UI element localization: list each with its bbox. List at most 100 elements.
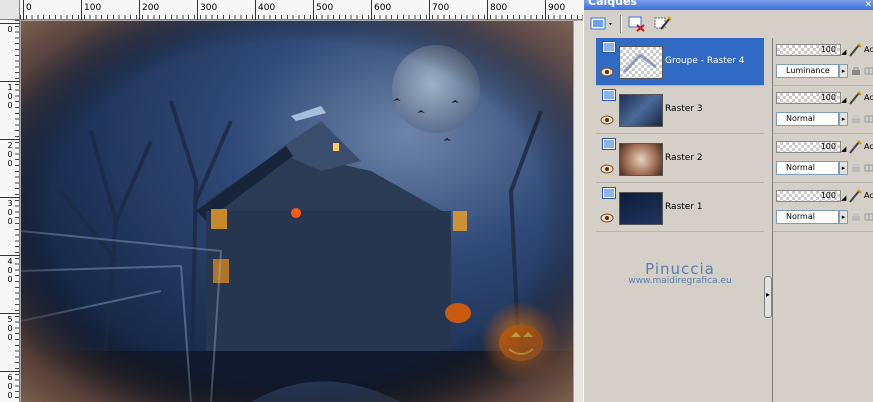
canvas-area: 0 100 200 300 400 500 600 700 800 900 0 …	[0, 0, 583, 402]
ac-label: Ac	[864, 93, 873, 102]
blend-mode-select[interactable]: Normal	[776, 210, 839, 224]
ac-label: Ac	[864, 142, 873, 151]
link-icon[interactable]	[864, 114, 873, 124]
layer-properties-row: 100 ◢ Ac Luminance ▸	[773, 38, 873, 86]
ruler-tick: 800	[487, 0, 507, 20]
ruler-tick: 300	[197, 0, 217, 20]
palette-splitter[interactable]: ▸	[764, 38, 773, 402]
chevron-right-icon[interactable]: ▸	[839, 161, 848, 175]
visibility-eye-icon[interactable]	[600, 213, 614, 223]
watermark-url: www.maidiregrafica.eu	[628, 276, 732, 286]
lock-icon[interactable]	[851, 163, 861, 173]
layers-toolbar	[584, 10, 873, 38]
new-layer-button[interactable]	[588, 13, 616, 35]
layer-properties-column: 100 ◢ Ac Luminance ▸ 100 ◢ Ac Normal ▸ 1…	[773, 38, 873, 402]
delete-layer-icon	[628, 16, 645, 32]
layers-palette: Calques ✕ Groupe - Raster 4 Raster 3 Ras…	[583, 0, 873, 402]
paint-brush-icon[interactable]	[847, 90, 863, 106]
ruler-tick: 0	[0, 23, 20, 34]
ac-label: Ac	[864, 45, 873, 54]
layer-properties-row: 100 ◢ Ac Normal ▸	[773, 184, 873, 232]
ruler-tick: 500	[313, 0, 333, 20]
layer-thumbnail	[619, 143, 663, 176]
splitter-handle[interactable]: ▸	[764, 276, 772, 318]
toolbar-separator	[620, 15, 622, 33]
layer-type-icon	[602, 138, 616, 150]
layer-type-icon	[602, 89, 616, 101]
ruler-tick: 700	[429, 0, 449, 20]
chevron-right-icon[interactable]: ▸	[839, 210, 848, 224]
ruler-tick: 400	[0, 255, 20, 284]
haunted-house-artwork	[21, 21, 573, 402]
opacity-slider[interactable]: 100	[776, 44, 841, 56]
layer-row[interactable]: Raster 3	[596, 86, 764, 134]
layer-name[interactable]: Raster 1	[665, 202, 703, 212]
vertical-ruler[interactable]: 0 100 200 300 400 500 600	[0, 20, 20, 402]
lock-icon[interactable]	[851, 66, 861, 76]
ruler-tick: 200	[139, 0, 159, 20]
lock-icon[interactable]	[851, 212, 861, 222]
close-icon[interactable]: ✕	[864, 0, 872, 10]
opacity-arrow-icon[interactable]: ◢	[841, 96, 846, 104]
layer-type-icon	[602, 187, 616, 199]
visibility-eye-icon[interactable]	[600, 67, 614, 77]
layer-thumbnail	[619, 192, 663, 225]
canvas-image[interactable]	[21, 21, 573, 402]
horizontal-ruler[interactable]: 0 100 200 300 400 500 600 700 800 900	[20, 0, 583, 20]
ruler-tick: 500	[0, 313, 20, 342]
blend-mode-select[interactable]: Luminance	[776, 64, 839, 78]
ruler-tick: 0	[23, 0, 32, 20]
chevron-right-icon[interactable]: ▸	[839, 64, 848, 78]
edit-layer-icon	[654, 16, 672, 30]
opacity-arrow-icon[interactable]: ◢	[841, 194, 846, 202]
chevron-right-icon: ▸	[766, 290, 771, 299]
link-icon[interactable]	[864, 163, 873, 173]
layer-name[interactable]: Raster 3	[665, 104, 703, 114]
layer-properties-row: 100 ◢ Ac Normal ▸	[773, 86, 873, 134]
ruler-tick: 100	[81, 0, 101, 20]
layer-row[interactable]: Groupe - Raster 4	[596, 38, 764, 86]
opacity-arrow-icon[interactable]: ◢	[841, 145, 846, 153]
ruler-tick: 600	[371, 0, 391, 20]
ac-label: Ac	[864, 191, 873, 200]
blend-mode-select[interactable]: Normal	[776, 112, 839, 126]
layer-type-icon	[602, 41, 616, 53]
ruler-tick: 400	[255, 0, 275, 20]
paint-brush-icon[interactable]	[847, 42, 863, 58]
ruler-tick: 900	[545, 0, 565, 20]
layer-properties-row: 100 ◢ Ac Normal ▸	[773, 135, 873, 183]
lock-icon[interactable]	[851, 114, 861, 124]
delete-layer-button[interactable]	[626, 13, 648, 35]
layer-thumbnail	[619, 46, 663, 79]
layers-title: Calques	[588, 0, 637, 8]
layer-name[interactable]: Raster 2	[665, 153, 703, 163]
opacity-slider[interactable]: 100	[776, 92, 841, 104]
opacity-slider[interactable]: 100	[776, 190, 841, 202]
layer-list: Groupe - Raster 4 Raster 3 Raster 2 Rast…	[596, 38, 765, 402]
layer-thumbnail	[619, 94, 663, 127]
layers-titlebar[interactable]: Calques ✕	[584, 0, 873, 10]
opacity-arrow-icon[interactable]: ◢	[841, 48, 846, 56]
paint-brush-icon[interactable]	[847, 139, 863, 155]
thumbnail-art	[622, 52, 657, 74]
visibility-eye-icon[interactable]	[600, 164, 614, 174]
link-icon[interactable]	[864, 212, 873, 222]
opacity-slider[interactable]: 100	[776, 141, 841, 153]
chevron-right-icon[interactable]: ▸	[839, 112, 848, 126]
ruler-tick: 600	[0, 371, 20, 400]
visibility-eye-icon[interactable]	[600, 115, 614, 125]
edit-layer-button[interactable]	[652, 13, 674, 35]
ruler-tick: 300	[0, 197, 20, 226]
layer-name[interactable]: Groupe - Raster 4	[665, 56, 745, 66]
ruler-tick: 100	[0, 81, 20, 110]
canvas-vertical-scrollbar[interactable]	[573, 21, 583, 402]
layer-row[interactable]: Raster 2	[596, 135, 764, 183]
paint-brush-icon[interactable]	[847, 188, 863, 204]
ruler-tick: 200	[0, 139, 20, 168]
layer-row[interactable]: Raster 1	[596, 184, 764, 232]
new-layer-icon	[590, 17, 612, 30]
link-icon[interactable]	[864, 66, 873, 76]
watermark: Pinuccia www.maidiregrafica.eu	[596, 260, 764, 286]
ruler-corner	[0, 0, 20, 20]
blend-mode-select[interactable]: Normal	[776, 161, 839, 175]
